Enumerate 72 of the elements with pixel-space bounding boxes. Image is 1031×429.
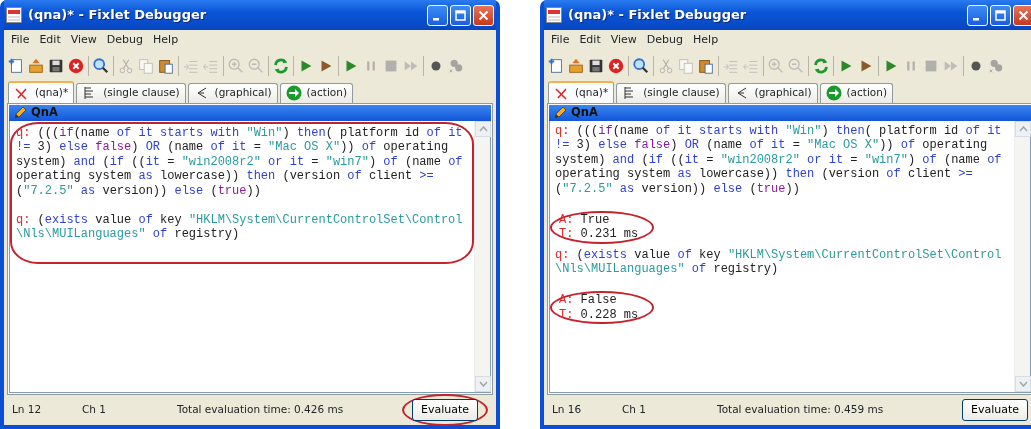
pencil-icon [553,105,567,120]
evaluation-time-status: Total evaluation time: 0.459 ms [717,402,884,418]
result-line: A: False [559,293,618,308]
close-icon[interactable] [1018,9,1029,21]
arrow-circle-icon [825,85,842,101]
code-line: q: (((if(name of it starts with "Win") then( platform id of it [555,123,1003,138]
minimize-button[interactable] [427,4,448,26]
menu-item[interactable]: File [6,31,35,50]
scroll-up-icon[interactable] [1018,125,1028,132]
scrollbar[interactable] [1014,120,1030,392]
result-line: T: 0.231 ms [559,227,639,242]
tab[interactable]: (qna)* [548,80,615,103]
code-line: q: (((if(name of it starts with "Win") then( platform id of it [16,125,464,140]
code-line: operating system as lowercase)) then (version of client >= [555,167,974,182]
menu-item[interactable]: File [546,31,575,50]
tab[interactable]: (graphical) [187,82,278,103]
result-line: A: True [559,212,611,227]
menu-item[interactable]: Edit [34,31,66,50]
window-title: (qna)* - Fixlet Debugger [28,6,207,25]
menu-item[interactable]: View [65,31,102,50]
code-line: q: (exists value of key "HKLM\System\CurrentControlSet\Control [555,247,1003,262]
search-icon[interactable] [632,55,650,76]
menu-item[interactable]: View [605,31,642,50]
column-status: Ch 1 [82,402,107,418]
evaluate-button[interactable]: Evaluate [962,398,1028,422]
evaluate-button[interactable]: Evaluate [412,398,478,422]
tab[interactable]: (action) [819,82,894,103]
scroll-down-icon[interactable] [1018,381,1028,387]
close-button[interactable] [1013,4,1031,26]
code-line: system) and (if ((it = "win2008r2" or it = "win7") of (name of [555,152,1003,167]
code-line: \Nls\MUILanguages" of registry) [555,262,780,277]
result-line: T: 0.228 ms [559,307,639,322]
tab[interactable]: (graphical) [727,82,818,103]
search-icon[interactable] [92,55,110,76]
line-number-status: Ln 12 [12,402,43,418]
code-line: != 3) else false) OR (name of it = "Mac OS X")) of operating [555,138,989,153]
close-button[interactable] [473,4,494,26]
tab[interactable]: (single clause) [76,82,186,103]
scroll-down-icon[interactable] [478,381,488,387]
scroll-up-icon[interactable] [478,125,488,132]
pencil-icon [13,105,27,120]
menu-item[interactable]: Help [688,31,724,50]
scrollbar[interactable] [474,120,490,392]
code-line: q: (exists value of key "HKLM\System\CurrentControlSet\Control [16,212,464,227]
menu-item[interactable]: Debug [641,31,689,50]
menu-item[interactable]: Help [148,31,184,50]
tab[interactable]: (qna)* [8,80,75,103]
maximize-button[interactable] [450,4,471,26]
code-line: operating system as lowercase)) then (version of client >= [16,169,435,184]
column-status: Ch 1 [622,402,647,418]
tab[interactable]: (single clause) [616,82,726,103]
code-line: ("7.2.5" as version)) else (true)) [555,181,801,196]
code-line: \Nls\MUILanguages" of registry) [16,227,241,242]
maximize-button[interactable] [990,4,1011,26]
tab[interactable]: (action) [279,82,354,103]
panel-title: QnA [571,103,598,121]
code-line: system) and (if ((it = "win2008r2" or it = "win7") of (name of [16,154,464,169]
window-title: (qna)* - Fixlet Debugger [568,6,747,25]
app-icon [546,7,562,23]
maximize-icon[interactable] [455,9,466,21]
arrow-circle-icon [285,85,302,101]
code-line: ("7.2.5" as version)) else (true)) [16,183,262,198]
close-icon[interactable] [478,9,489,21]
menu-item[interactable]: Debug [101,31,149,50]
app-icon [6,7,22,23]
code-line: != 3) else false) OR (name of it = "Mac OS X")) of operating [16,140,450,155]
evaluation-time-status: Total evaluation time: 0.426 ms [177,402,344,418]
maximize-icon[interactable] [995,9,1006,21]
menu-item[interactable]: Edit [574,31,606,50]
minimize-button[interactable] [967,4,988,26]
line-number-status: Ln 16 [552,402,583,418]
panel-title: QnA [31,103,58,121]
